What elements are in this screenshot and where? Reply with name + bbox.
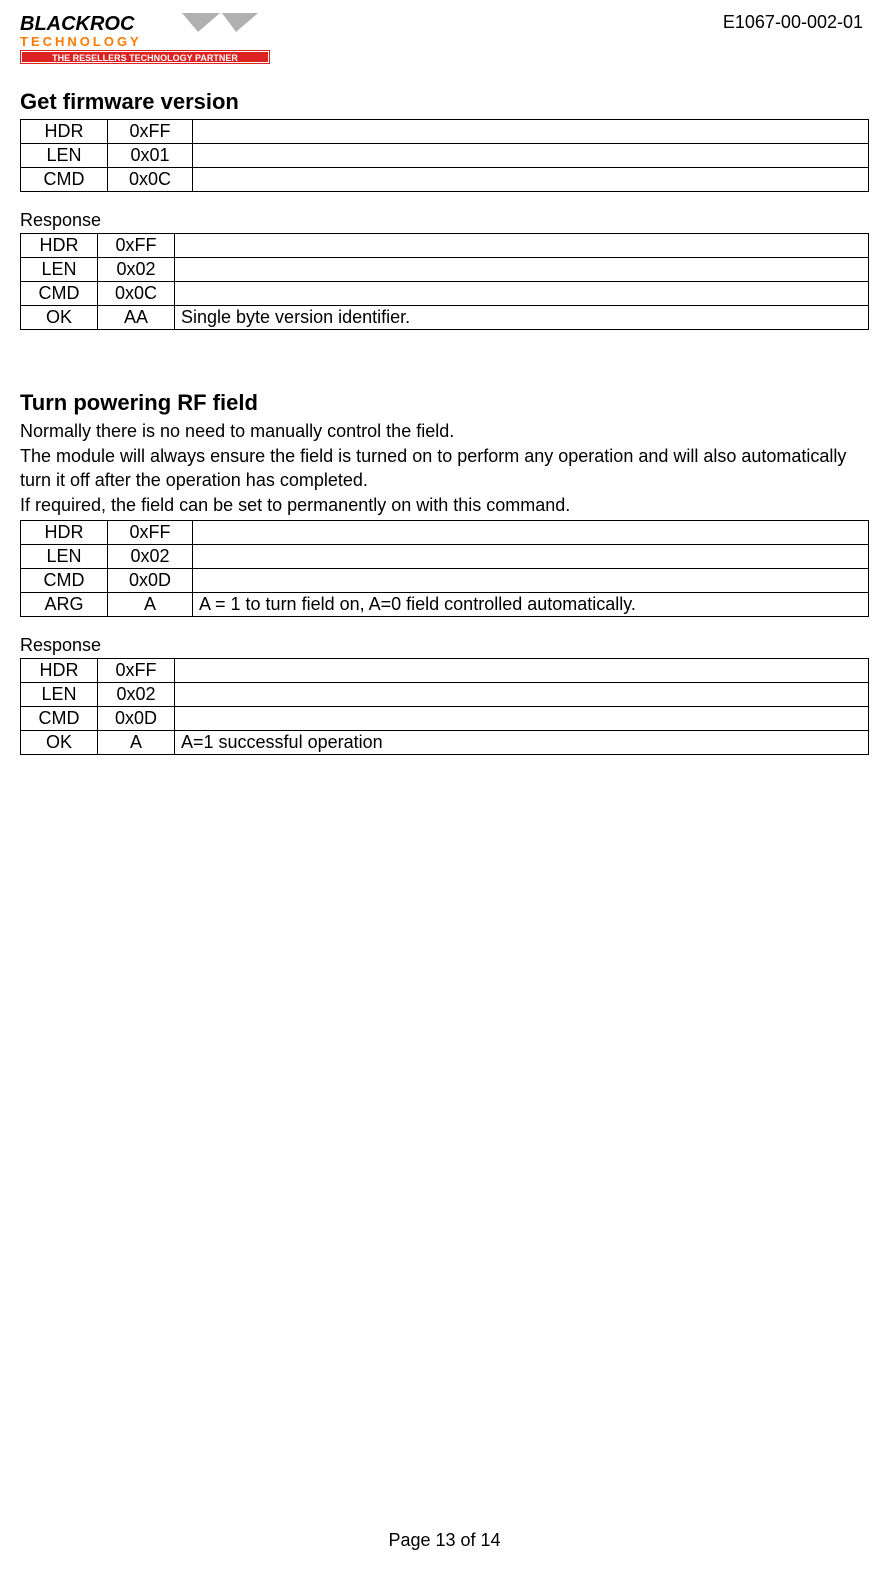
cell-desc: A=1 successful operation bbox=[175, 730, 869, 754]
response-heading: Response bbox=[20, 210, 869, 231]
table-row: LEN 0x01 bbox=[21, 144, 869, 168]
cell-value: 0x0D bbox=[108, 568, 193, 592]
cell-label: HDR bbox=[21, 234, 98, 258]
paragraph: If required, the field can be set to per… bbox=[20, 494, 869, 517]
cell-desc: Single byte version identifier. bbox=[175, 306, 869, 330]
cell-value: 0x01 bbox=[108, 144, 193, 168]
logo: BLACKROC TECHNOLOGY THE RESELLERS TECHNO… bbox=[20, 10, 280, 71]
section-title-firmware: Get firmware version bbox=[20, 89, 869, 115]
cell-value: 0x02 bbox=[108, 544, 193, 568]
cell-label: CMD bbox=[21, 706, 98, 730]
cell-label: LEN bbox=[21, 258, 98, 282]
cell-value: A bbox=[98, 730, 175, 754]
response-table-rf-field: HDR 0xFF LEN 0x02 CMD 0x0D OK A A=1 succ… bbox=[20, 658, 869, 755]
request-table-rf-field: HDR 0xFF LEN 0x02 CMD 0x0D ARG A A = 1 t… bbox=[20, 520, 869, 617]
logo-svg: BLACKROC TECHNOLOGY THE RESELLERS TECHNO… bbox=[20, 10, 280, 66]
cell-label: LEN bbox=[21, 544, 108, 568]
request-table-firmware: HDR 0xFF LEN 0x01 CMD 0x0C bbox=[20, 119, 869, 192]
cell-label: OK bbox=[21, 730, 98, 754]
table-row: OK A A=1 successful operation bbox=[21, 730, 869, 754]
cell-value: 0xFF bbox=[98, 658, 175, 682]
cell-desc bbox=[193, 544, 869, 568]
cell-label: HDR bbox=[21, 520, 108, 544]
section-title-rf-field: Turn powering RF field bbox=[20, 390, 869, 416]
cell-desc bbox=[175, 258, 869, 282]
table-row: CMD 0x0D bbox=[21, 568, 869, 592]
table-row: CMD 0x0D bbox=[21, 706, 869, 730]
table-row: CMD 0x0C bbox=[21, 282, 869, 306]
paragraph: The module will always ensure the field … bbox=[20, 445, 869, 492]
paragraph: Normally there is no need to manually co… bbox=[20, 420, 869, 443]
cell-value: AA bbox=[98, 306, 175, 330]
svg-text:THE RESELLERS TECHNOLOGY PARTN: THE RESELLERS TECHNOLOGY PARTNER bbox=[52, 53, 238, 63]
cell-label: HDR bbox=[21, 120, 108, 144]
cell-desc bbox=[175, 282, 869, 306]
cell-label: LEN bbox=[21, 144, 108, 168]
cell-desc bbox=[193, 168, 869, 192]
table-row: HDR 0xFF bbox=[21, 234, 869, 258]
cell-label: CMD bbox=[21, 282, 98, 306]
page-footer: Page 13 of 14 bbox=[0, 1530, 889, 1551]
document-id: E1067-00-002-01 bbox=[723, 10, 869, 33]
cell-value: 0xFF bbox=[108, 120, 193, 144]
cell-desc bbox=[193, 568, 869, 592]
table-row: LEN 0x02 bbox=[21, 258, 869, 282]
cell-desc bbox=[175, 234, 869, 258]
table-row: HDR 0xFF bbox=[21, 120, 869, 144]
cell-label: OK bbox=[21, 306, 98, 330]
cell-value: 0x02 bbox=[98, 258, 175, 282]
cell-desc bbox=[175, 706, 869, 730]
cell-desc bbox=[193, 120, 869, 144]
response-table-firmware: HDR 0xFF LEN 0x02 CMD 0x0C OK AA Single … bbox=[20, 233, 869, 330]
cell-value: 0x0C bbox=[108, 168, 193, 192]
cell-desc: A = 1 to turn field on, A=0 field contro… bbox=[193, 592, 869, 616]
cell-label: LEN bbox=[21, 682, 98, 706]
cell-label: CMD bbox=[21, 168, 108, 192]
svg-text:BLACKROC: BLACKROC bbox=[20, 13, 135, 35]
cell-desc bbox=[175, 682, 869, 706]
cell-desc bbox=[193, 144, 869, 168]
table-row: HDR 0xFF bbox=[21, 658, 869, 682]
page-header: BLACKROC TECHNOLOGY THE RESELLERS TECHNO… bbox=[20, 10, 869, 71]
cell-value: 0xFF bbox=[98, 234, 175, 258]
table-row: LEN 0x02 bbox=[21, 682, 869, 706]
table-row: HDR 0xFF bbox=[21, 520, 869, 544]
table-row: OK AA Single byte version identifier. bbox=[21, 306, 869, 330]
cell-value: 0x02 bbox=[98, 682, 175, 706]
cell-value: 0x0C bbox=[98, 282, 175, 306]
cell-label: CMD bbox=[21, 568, 108, 592]
table-row: CMD 0x0C bbox=[21, 168, 869, 192]
table-row: ARG A A = 1 to turn field on, A=0 field … bbox=[21, 592, 869, 616]
cell-label: ARG bbox=[21, 592, 108, 616]
cell-value: A bbox=[108, 592, 193, 616]
cell-value: 0x0D bbox=[98, 706, 175, 730]
cell-desc bbox=[193, 520, 869, 544]
svg-text:TECHNOLOGY: TECHNOLOGY bbox=[20, 34, 142, 49]
response-heading: Response bbox=[20, 635, 869, 656]
cell-desc bbox=[175, 658, 869, 682]
cell-value: 0xFF bbox=[108, 520, 193, 544]
cell-label: HDR bbox=[21, 658, 98, 682]
table-row: LEN 0x02 bbox=[21, 544, 869, 568]
